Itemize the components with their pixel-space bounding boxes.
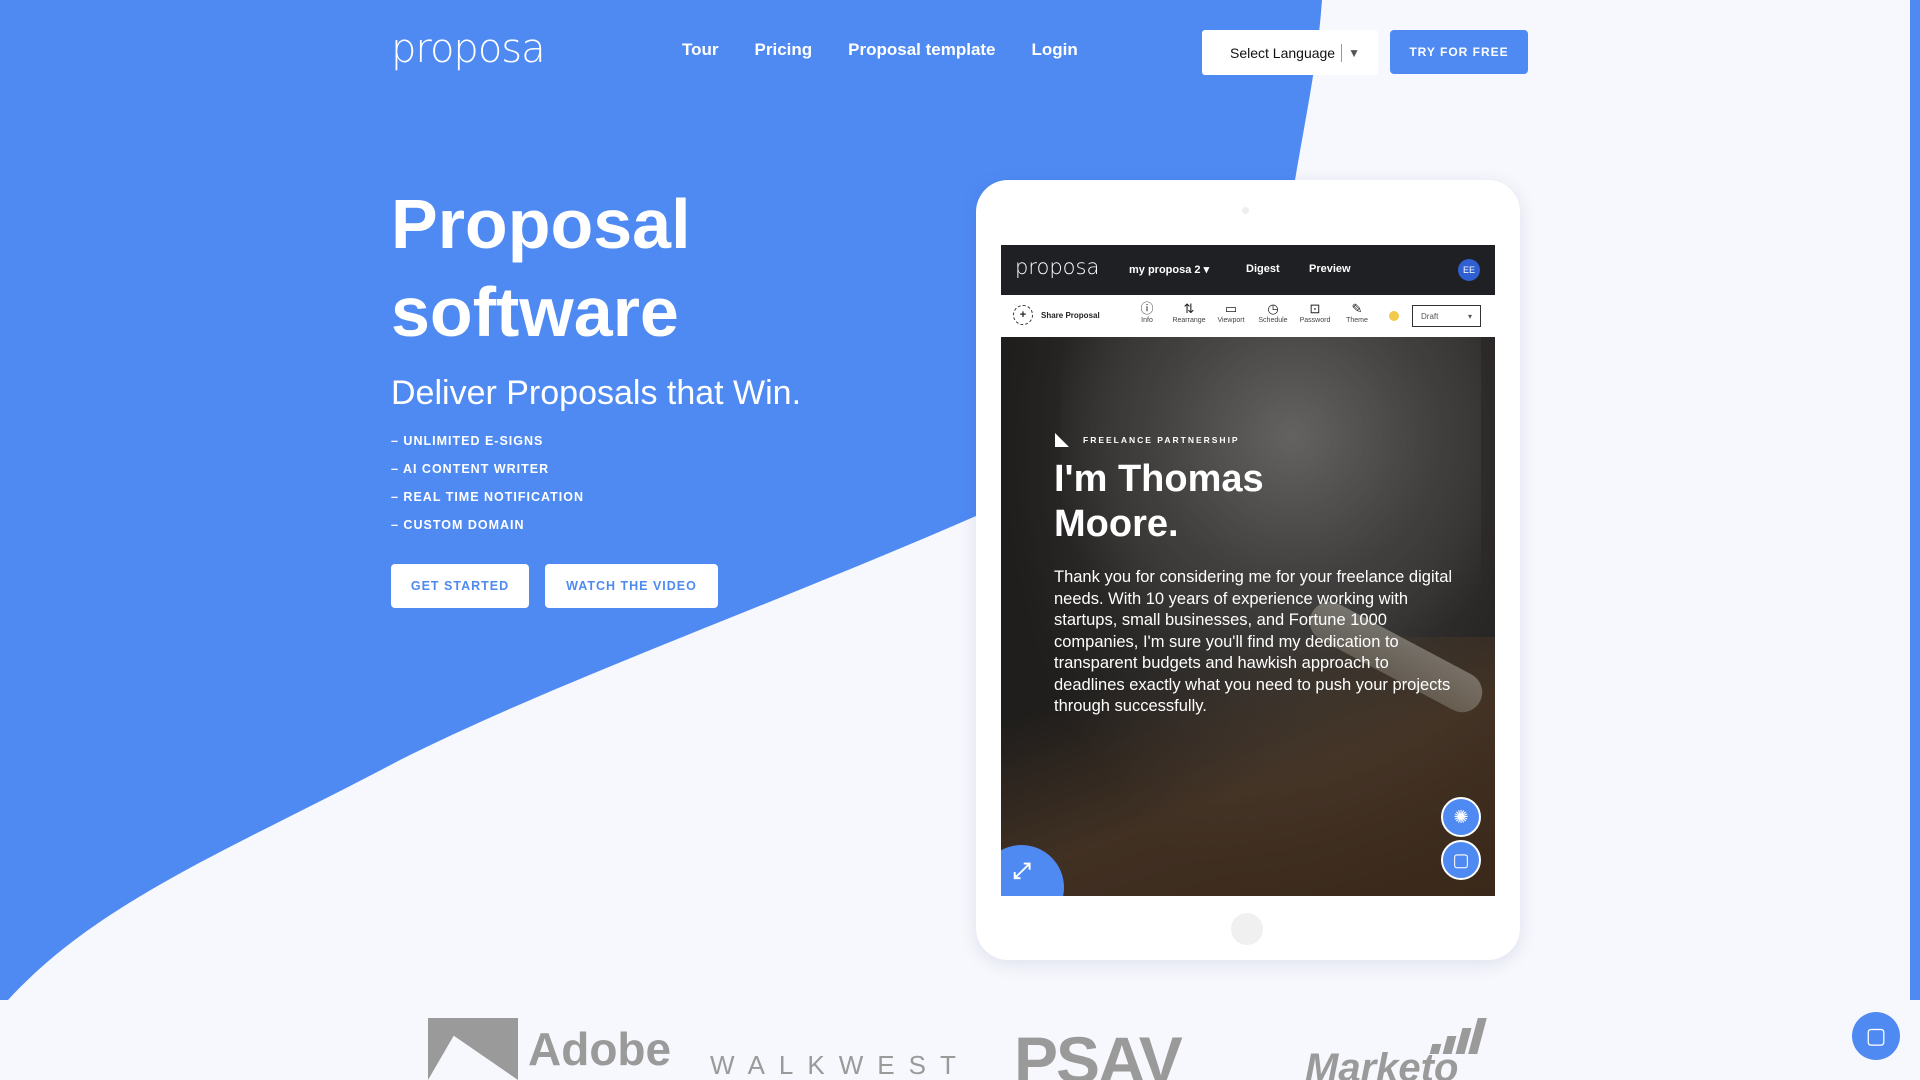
tool-label: Password: [1299, 317, 1331, 324]
project-name: my proposa 2: [1129, 264, 1201, 276]
adobe-logo: Adobe: [428, 1018, 671, 1080]
feature-item: – UNLIMITED E-SIGNS: [391, 434, 544, 448]
feature-item: – CUSTOM DOMAIN: [391, 518, 525, 532]
heading-line1: I'm Thomas: [1054, 458, 1264, 500]
tablet-home-button: [1231, 913, 1263, 945]
tool-schedule[interactable]: ◷ Schedule: [1252, 301, 1294, 324]
avatar[interactable]: EE: [1458, 259, 1480, 281]
toolbar-tools: ⓘ Info ⇅ Rearrange ▭ Viewport ◷ Schedule ⊡ Pa…: [1126, 301, 1378, 324]
support-chat-button[interactable]: ▢: [1852, 1012, 1900, 1060]
caret-down-icon: ▾: [1203, 264, 1210, 276]
client-logos: Adobe WALKWEST PSAV Marketo: [0, 1010, 1920, 1080]
project-dropdown[interactable]: my proposa 2 ▾: [1129, 263, 1209, 276]
share-proposal-label: Share Proposal: [1041, 310, 1100, 320]
chat-icon: ▢: [1865, 1023, 1887, 1048]
monitor-icon: ▭: [1224, 301, 1238, 316]
tablet-screen: proposa my proposa 2 ▾ Digest Preview EE…: [1001, 245, 1495, 896]
app-logo[interactable]: proposa: [1015, 255, 1099, 279]
arrows-icon: ⇅: [1183, 301, 1195, 316]
tool-rearrange[interactable]: ⇅ Rearrange: [1168, 301, 1210, 324]
kicker-text: FREELANCE PARTNERSHIP: [1083, 435, 1240, 445]
adobe-wordmark: Adobe: [528, 1023, 672, 1075]
hero-background: [0, 0, 1920, 1080]
psav-logo: PSAV: [1014, 1023, 1183, 1080]
watch-video-button[interactable]: WATCH THE VIDEO: [545, 564, 718, 608]
feature-item: – AI CONTENT WRITER: [391, 462, 550, 476]
editor-toolbar: + Share Proposal ⓘ Info ⇅ Rearrange ▭ Viewp…: [1001, 295, 1495, 337]
expand-icon: ⤢: [1013, 858, 1031, 883]
tool-label: Viewport: [1217, 317, 1245, 324]
nav-tour[interactable]: Tour: [682, 40, 719, 60]
info-icon: ⓘ: [1140, 301, 1154, 316]
status-value: Draft: [1421, 311, 1439, 321]
tool-theme[interactable]: ✎ Theme: [1336, 301, 1378, 324]
try-for-free-button[interactable]: TRY FOR FREE: [1390, 30, 1528, 74]
language-divider: [1341, 43, 1343, 62]
hero-title-line1: Proposal: [391, 185, 691, 263]
language-select-label: Select Language: [1230, 44, 1336, 61]
status-select[interactable]: Draft ▾: [1412, 305, 1481, 327]
marketo-bars-icon: [1429, 1018, 1487, 1054]
triangle-icon: [1055, 433, 1069, 447]
nav-pricing[interactable]: Pricing: [755, 40, 813, 60]
brain-icon: ✺: [1453, 806, 1469, 827]
proposal-heading: I'm Thomas Moore.: [1054, 457, 1354, 547]
tool-label: Schedule: [1258, 317, 1288, 324]
clock-icon: ◷: [1267, 301, 1279, 316]
tool-info[interactable]: ⓘ Info: [1126, 301, 1168, 324]
heading-line2: Moore.: [1054, 503, 1179, 545]
brush-icon: ✎: [1351, 301, 1363, 316]
app-header: proposa my proposa 2 ▾ Digest Preview EE: [1001, 245, 1495, 295]
walkwest-logo: WALKWEST: [710, 1050, 970, 1080]
adobe-mark-icon: [428, 1018, 518, 1080]
share-proposal-button[interactable]: + Share Proposal: [1013, 305, 1100, 325]
lock-icon: ⊡: [1309, 301, 1321, 316]
tablet-camera: [1242, 207, 1249, 214]
get-started-button[interactable]: GET STARTED: [391, 564, 529, 608]
main-nav: Tour Pricing Proposal template Login: [682, 40, 1078, 60]
tool-viewport[interactable]: ▭ Viewport: [1210, 301, 1252, 324]
chat-icon: ▢: [1452, 849, 1470, 870]
chat-button[interactable]: ▢: [1441, 840, 1481, 880]
status-dot: [1389, 311, 1399, 321]
language-select[interactable]: Select Language ▼: [1202, 30, 1378, 75]
tool-password[interactable]: ⊡ Password: [1294, 301, 1336, 324]
tablet-mockup: proposa my proposa 2 ▾ Digest Preview EE…: [976, 180, 1520, 960]
proposal-kicker: FREELANCE PARTNERSHIP: [1055, 433, 1240, 447]
hero-title: Proposal software: [391, 180, 791, 356]
nav-proposal-template[interactable]: Proposal template: [848, 40, 995, 60]
tool-label: Rearrange: [1172, 317, 1206, 324]
feature-item: – REAL TIME NOTIFICATION: [391, 490, 584, 504]
proposa-logo[interactable]: proposa: [391, 26, 546, 72]
nav-login[interactable]: Login: [1032, 40, 1078, 60]
digest-link[interactable]: Digest: [1246, 263, 1280, 275]
hero-subtitle: Deliver Proposals that Win.: [391, 374, 802, 412]
feature-list: – UNLIMITED E-SIGNS – AI CONTENT WRITER …: [391, 432, 584, 544]
marketo-logo: Marketo: [1305, 1018, 1487, 1080]
hero-title-line2: software: [391, 273, 679, 351]
ai-writer-button[interactable]: ✺: [1441, 797, 1481, 837]
caret-down-icon: ▾: [1467, 311, 1472, 321]
tool-label: Theme: [1346, 317, 1368, 324]
plus-dashed-circle-icon: +: [1013, 305, 1033, 325]
preview-link[interactable]: Preview: [1309, 263, 1351, 275]
tool-label: Info: [1141, 317, 1153, 324]
chevron-down-icon: ▼: [1348, 45, 1360, 60]
proposal-bio: Thank you for considering me for your fr…: [1054, 568, 1453, 715]
